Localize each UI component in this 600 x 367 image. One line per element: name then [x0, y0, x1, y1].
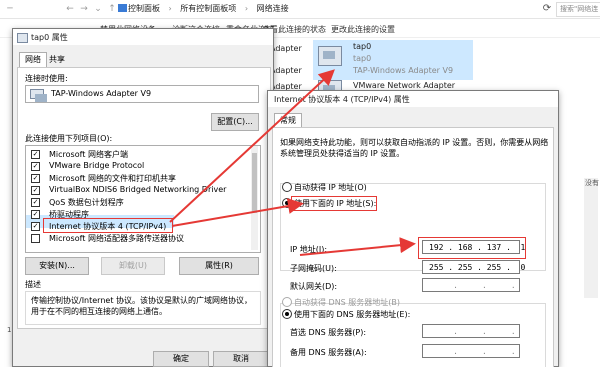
- arrow-to-adapter: [169, 69, 335, 223]
- arrow-to-manual-ip: [171, 198, 304, 227]
- annotation-arrows: [169, 69, 416, 256]
- arrow-to-ip-field: [299, 237, 416, 256]
